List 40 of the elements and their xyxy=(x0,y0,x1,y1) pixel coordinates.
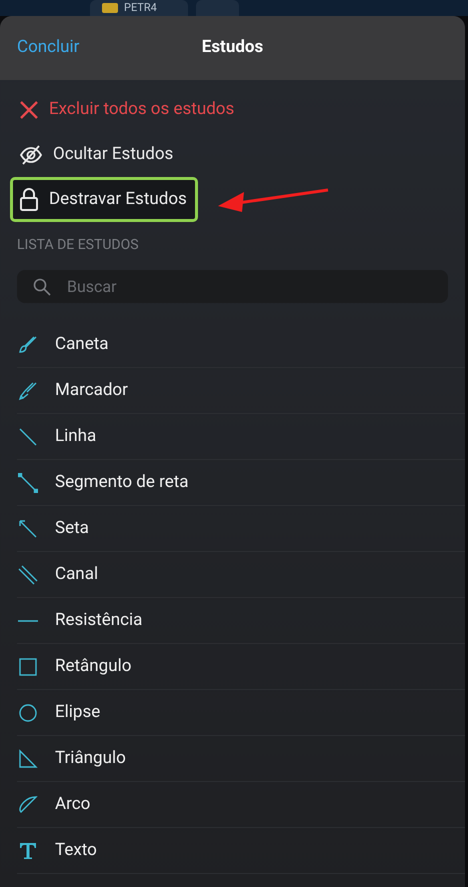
eye-slash-icon xyxy=(19,144,43,164)
segment-icon xyxy=(18,472,38,492)
arrow-icon xyxy=(18,518,38,538)
study-item[interactable]: Segmento de reta xyxy=(17,460,465,506)
arc-icon xyxy=(18,794,38,814)
study-item[interactable]: Canal xyxy=(17,552,465,598)
lock-icon xyxy=(19,188,39,212)
section-title: LISTA DE ESTUDOS xyxy=(17,237,139,253)
tab-button[interactable] xyxy=(196,0,239,16)
rectangle-icon xyxy=(18,656,38,676)
study-item[interactable]: Retângulo xyxy=(17,644,465,690)
ticker-label: PETR4 xyxy=(124,2,157,14)
study-item[interactable]: Linha xyxy=(17,414,465,460)
sheet-title: Estudos xyxy=(202,36,264,60)
action-item[interactable]: Destravar Estudos xyxy=(10,177,198,222)
search-field[interactable]: Buscar xyxy=(67,274,432,298)
close-icon xyxy=(19,100,39,120)
study-item[interactable]: Texto xyxy=(17,828,465,874)
horizontal-line-icon xyxy=(18,620,38,622)
study-item[interactable]: Seta xyxy=(17,506,465,552)
channel-icon xyxy=(18,564,38,584)
done-button[interactable]: Concluir xyxy=(17,35,80,61)
study-item[interactable]: Triângulo xyxy=(17,736,465,782)
study-item[interactable]: Elipse xyxy=(17,690,465,736)
text-icon xyxy=(18,840,38,860)
circle-icon xyxy=(18,702,38,722)
brush-icon xyxy=(18,334,38,354)
triangle-icon xyxy=(18,748,38,768)
action-item[interactable]: Ocultar Estudos xyxy=(10,132,184,177)
study-item[interactable]: Resistência xyxy=(17,598,465,644)
flag-icon xyxy=(102,3,118,13)
search-bar[interactable]: Buscar xyxy=(17,270,448,303)
line-icon xyxy=(18,426,38,446)
ticker-tab[interactable]: PETR4 xyxy=(90,0,188,16)
study-item[interactable]: Marcador xyxy=(17,368,465,414)
study-item[interactable]: Arco xyxy=(17,782,465,828)
study-item[interactable]: Caneta xyxy=(17,322,465,368)
action-item[interactable]: Excluir todos os estudos xyxy=(10,87,246,132)
search-icon xyxy=(33,278,51,296)
marker-icon xyxy=(18,380,38,400)
